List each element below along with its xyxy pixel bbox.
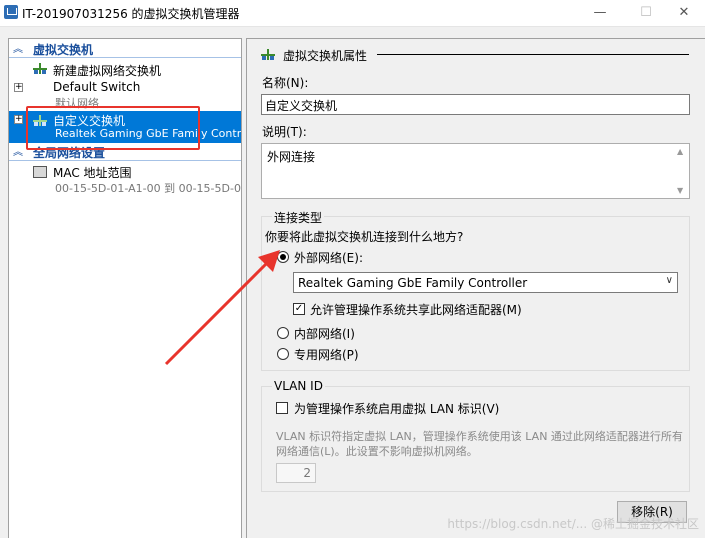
arrow-shaft — [164, 260, 270, 366]
annotation-arrow — [164, 250, 280, 366]
watermark: https://blog.csdn.net/... @稀土掘金技术社区 — [447, 517, 699, 531]
